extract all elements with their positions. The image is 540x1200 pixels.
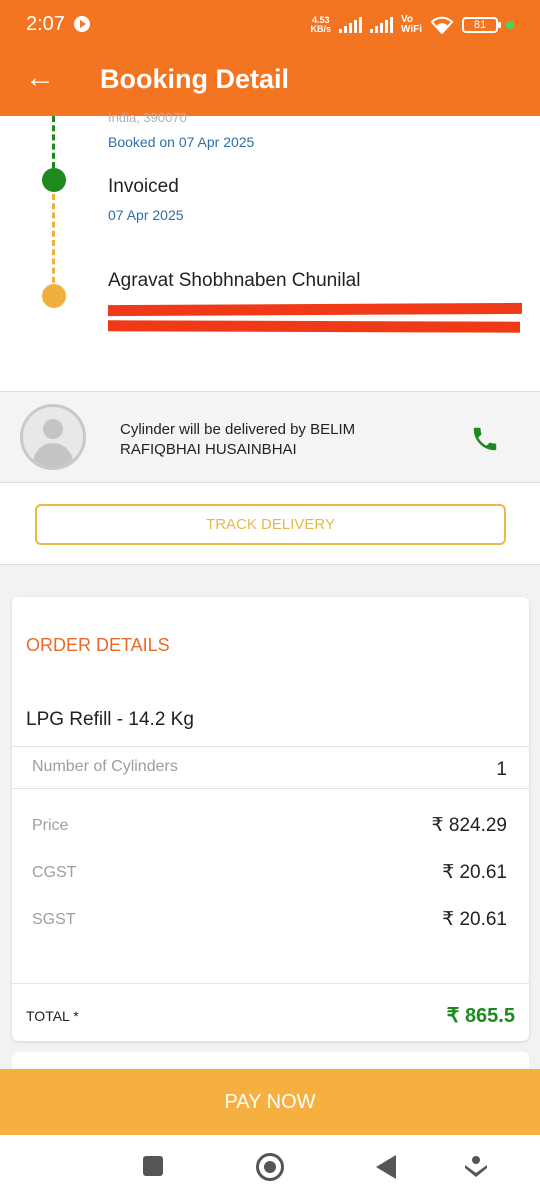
- redacted-info: 0/000 NANANAN 2014 2045: [107, 302, 524, 336]
- timeline-line-completed: [52, 116, 55, 168]
- address-partial: India, 390070: [108, 110, 187, 125]
- order-item-name: LPG Refill - 14.2 Kg: [26, 709, 194, 730]
- track-delivery-button[interactable]: TRACK DELIVERY: [35, 504, 506, 545]
- sgst-label: SGST: [32, 911, 76, 928]
- cylinders-label: Number of Cylinders: [32, 758, 178, 775]
- booked-date: Booked on 07 Apr 2025: [108, 134, 255, 150]
- timeline-dot-invoiced: [42, 168, 66, 192]
- signal-1-icon: [338, 17, 362, 33]
- price-value: ₹ 824.29: [431, 815, 507, 836]
- avatar: [20, 404, 86, 470]
- total-label: TOTAL *: [26, 1008, 79, 1024]
- wifi-icon: [430, 16, 454, 34]
- invoiced-date: 07 Apr 2025: [108, 207, 184, 223]
- delivery-message: Cylinder will be delivered by BELIM RAFI…: [120, 421, 356, 458]
- price-label: Price: [32, 817, 69, 834]
- booking-timeline: India, 390070 Booked on 07 Apr 2025 Invo…: [0, 110, 540, 391]
- back-arrow-icon[interactable]: ←: [20, 60, 60, 100]
- cylinders-value: 1: [496, 759, 507, 780]
- cgst-value: ₹ 20.61: [442, 862, 507, 883]
- status-time: 2:07: [26, 13, 65, 35]
- delivery-agent-row: Cylinder will be delivered by BELIM RAFI…: [0, 391, 540, 483]
- home-icon[interactable]: [256, 1153, 284, 1181]
- order-details-card: ORDER DETAILS LPG Refill - 14.2 Kg Numbe…: [12, 597, 529, 1041]
- redaction-stroke: [107, 302, 523, 317]
- cgst-label: CGST: [32, 864, 77, 881]
- signal-2-icon: [369, 17, 393, 33]
- battery-icon: 81: [462, 17, 501, 33]
- media-play-icon: [74, 16, 90, 32]
- status-icons: 4.53 KB/s Vo WiFi 81: [310, 12, 514, 38]
- divider: [12, 788, 529, 789]
- back-triangle-icon[interactable]: [376, 1155, 396, 1179]
- sgst-value: ₹ 20.61: [442, 909, 507, 930]
- divider: [12, 983, 529, 984]
- order-details-title: ORDER DETAILS: [26, 635, 170, 655]
- system-nav-bar: [0, 1135, 540, 1200]
- timeline-line-pending: [52, 194, 55, 292]
- track-section: TRACK DELIVERY: [0, 483, 540, 565]
- privacy-dot-icon: [506, 21, 514, 29]
- invoiced-label: Invoiced: [108, 176, 179, 197]
- redaction-stroke: [107, 320, 521, 333]
- vowifi-icon: Vo WiFi: [400, 14, 422, 35]
- customer-name: Agravat Shobhnaben Chunilal: [108, 270, 361, 291]
- assistant-icon[interactable]: [462, 1153, 490, 1181]
- status-bar: 2:07 4.53 KB/s Vo WiFi 81: [0, 0, 540, 50]
- recent-apps-icon[interactable]: [143, 1156, 163, 1176]
- total-value: ₹ 865.5: [446, 1005, 515, 1027]
- timeline-dot-pending: [42, 284, 66, 308]
- network-speed: 4.53 KB/s: [310, 15, 331, 34]
- divider: [12, 746, 529, 747]
- pay-now-button[interactable]: PAY NOW: [0, 1069, 540, 1135]
- phone-icon[interactable]: [470, 424, 500, 454]
- app-header: 2:07 4.53 KB/s Vo WiFi 81 ← Booking Deta…: [0, 0, 540, 116]
- page-title: Booking Detail: [100, 64, 290, 94]
